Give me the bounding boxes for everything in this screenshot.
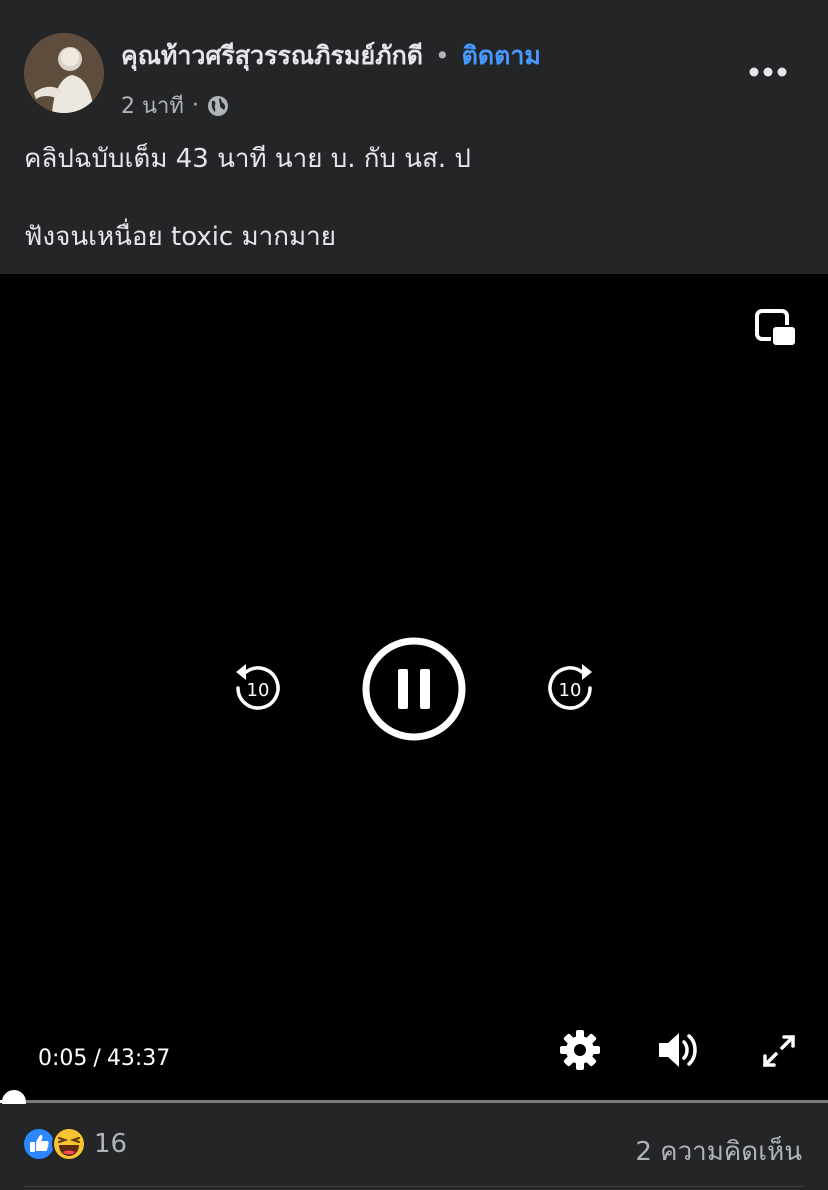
reactions-summary[interactable]: 16: [22, 1127, 127, 1161]
gear-icon[interactable]: [558, 1028, 602, 1072]
caption-line-2: ฟังจนเหนื่อย toxic มากมาย: [24, 222, 336, 252]
forward-label: 10: [559, 680, 582, 701]
post-caption: คลิปฉบับเต็ม 43 นาที นาย บ. กับ นส. ป ฟั…: [24, 140, 471, 257]
divider: [24, 1186, 804, 1187]
author-name[interactable]: คุณท้าวศรีสุวรรณภิรมย์ภักดี: [121, 41, 423, 70]
picture-in-picture-icon[interactable]: [754, 308, 798, 348]
current-time: 0:05: [38, 1046, 88, 1071]
haha-icon: [52, 1127, 86, 1161]
duration: 43:37: [106, 1046, 171, 1071]
volume-icon[interactable]: [657, 1029, 701, 1071]
caption-line-1: คลิปฉบับเต็ม 43 นาที นาย บ. กับ นส. ป: [24, 144, 471, 174]
avatar[interactable]: [24, 33, 104, 113]
forward-10-icon[interactable]: 10: [544, 662, 596, 714]
more-options-icon[interactable]: [748, 62, 790, 82]
time-display: 0:05/43:37: [38, 1046, 170, 1071]
reaction-count: 16: [94, 1129, 128, 1159]
time-separator: /: [93, 1046, 101, 1071]
follow-button[interactable]: ติดตาม: [462, 41, 541, 70]
author-line: คุณท้าวศรีสุวรรณภิรมย์ภักดี • ติดตาม: [121, 36, 541, 76]
like-icon: [22, 1127, 56, 1161]
post-meta: 2 นาที ·: [121, 88, 229, 123]
rewind-label: 10: [247, 680, 270, 701]
meta-separator: ·: [191, 93, 199, 118]
separator-dot: •: [434, 41, 450, 70]
post-header: คุณท้าวศรีสุวรรณภิรมย์ภักดี • ติดตาม 2 น…: [0, 0, 828, 274]
fullscreen-icon[interactable]: [762, 1034, 796, 1068]
post-time[interactable]: 2 นาที: [121, 88, 184, 123]
video-player[interactable]: 10 10 0:05/43:37: [0, 274, 828, 1100]
globe-icon: [207, 95, 228, 116]
post-footer: 16 2 ความคิดเห็น: [0, 1104, 828, 1190]
comments-count[interactable]: 2 ความคิดเห็น: [635, 1131, 802, 1172]
rewind-10-icon[interactable]: 10: [232, 662, 284, 714]
pause-button[interactable]: [361, 636, 467, 742]
progress-bar[interactable]: [0, 1100, 828, 1103]
pause-icon: [398, 669, 408, 709]
